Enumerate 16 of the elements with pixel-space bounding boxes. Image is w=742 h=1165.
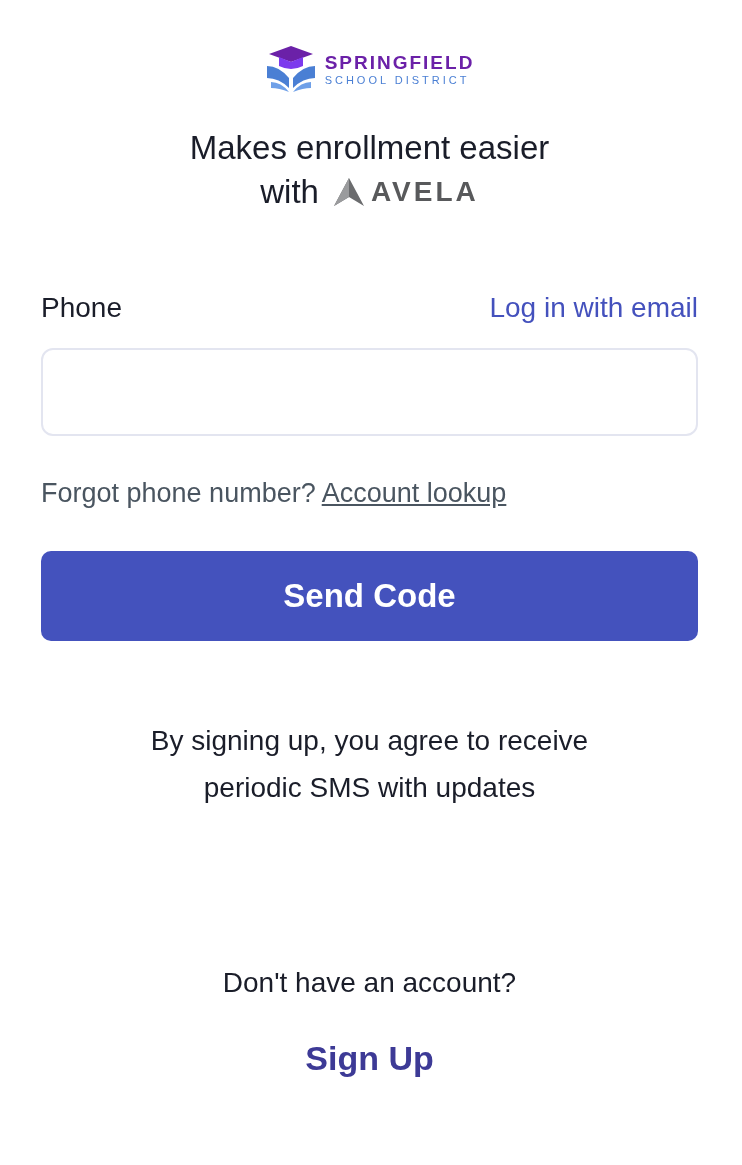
phone-label: Phone xyxy=(41,292,122,324)
account-lookup-link[interactable]: Account lookup xyxy=(321,478,507,508)
sms-notice: By signing up, you agree to receive periodic SMS with updates xyxy=(149,724,590,805)
tagline-with: with xyxy=(260,172,319,212)
forgot-phone-text: Forgot phone number? Account lookup xyxy=(41,478,508,509)
partner-logo-text: AVELA xyxy=(370,175,479,209)
phone-input[interactable] xyxy=(41,348,698,436)
cap-and-book-icon xyxy=(264,44,317,94)
send-code-button[interactable]: Send Code xyxy=(41,551,698,641)
district-name: SPRINGFIELD xyxy=(324,51,475,74)
email-login-link[interactable]: Log in with email xyxy=(489,292,698,324)
no-account-prompt: Don't have an account? xyxy=(222,967,517,999)
sign-up-link[interactable]: Sign Up xyxy=(305,1039,434,1078)
tagline: Makes enrollment easier xyxy=(189,128,550,168)
district-subtitle: SCHOOL DISTRICT xyxy=(324,73,471,87)
arrow-logo-icon xyxy=(332,177,365,207)
